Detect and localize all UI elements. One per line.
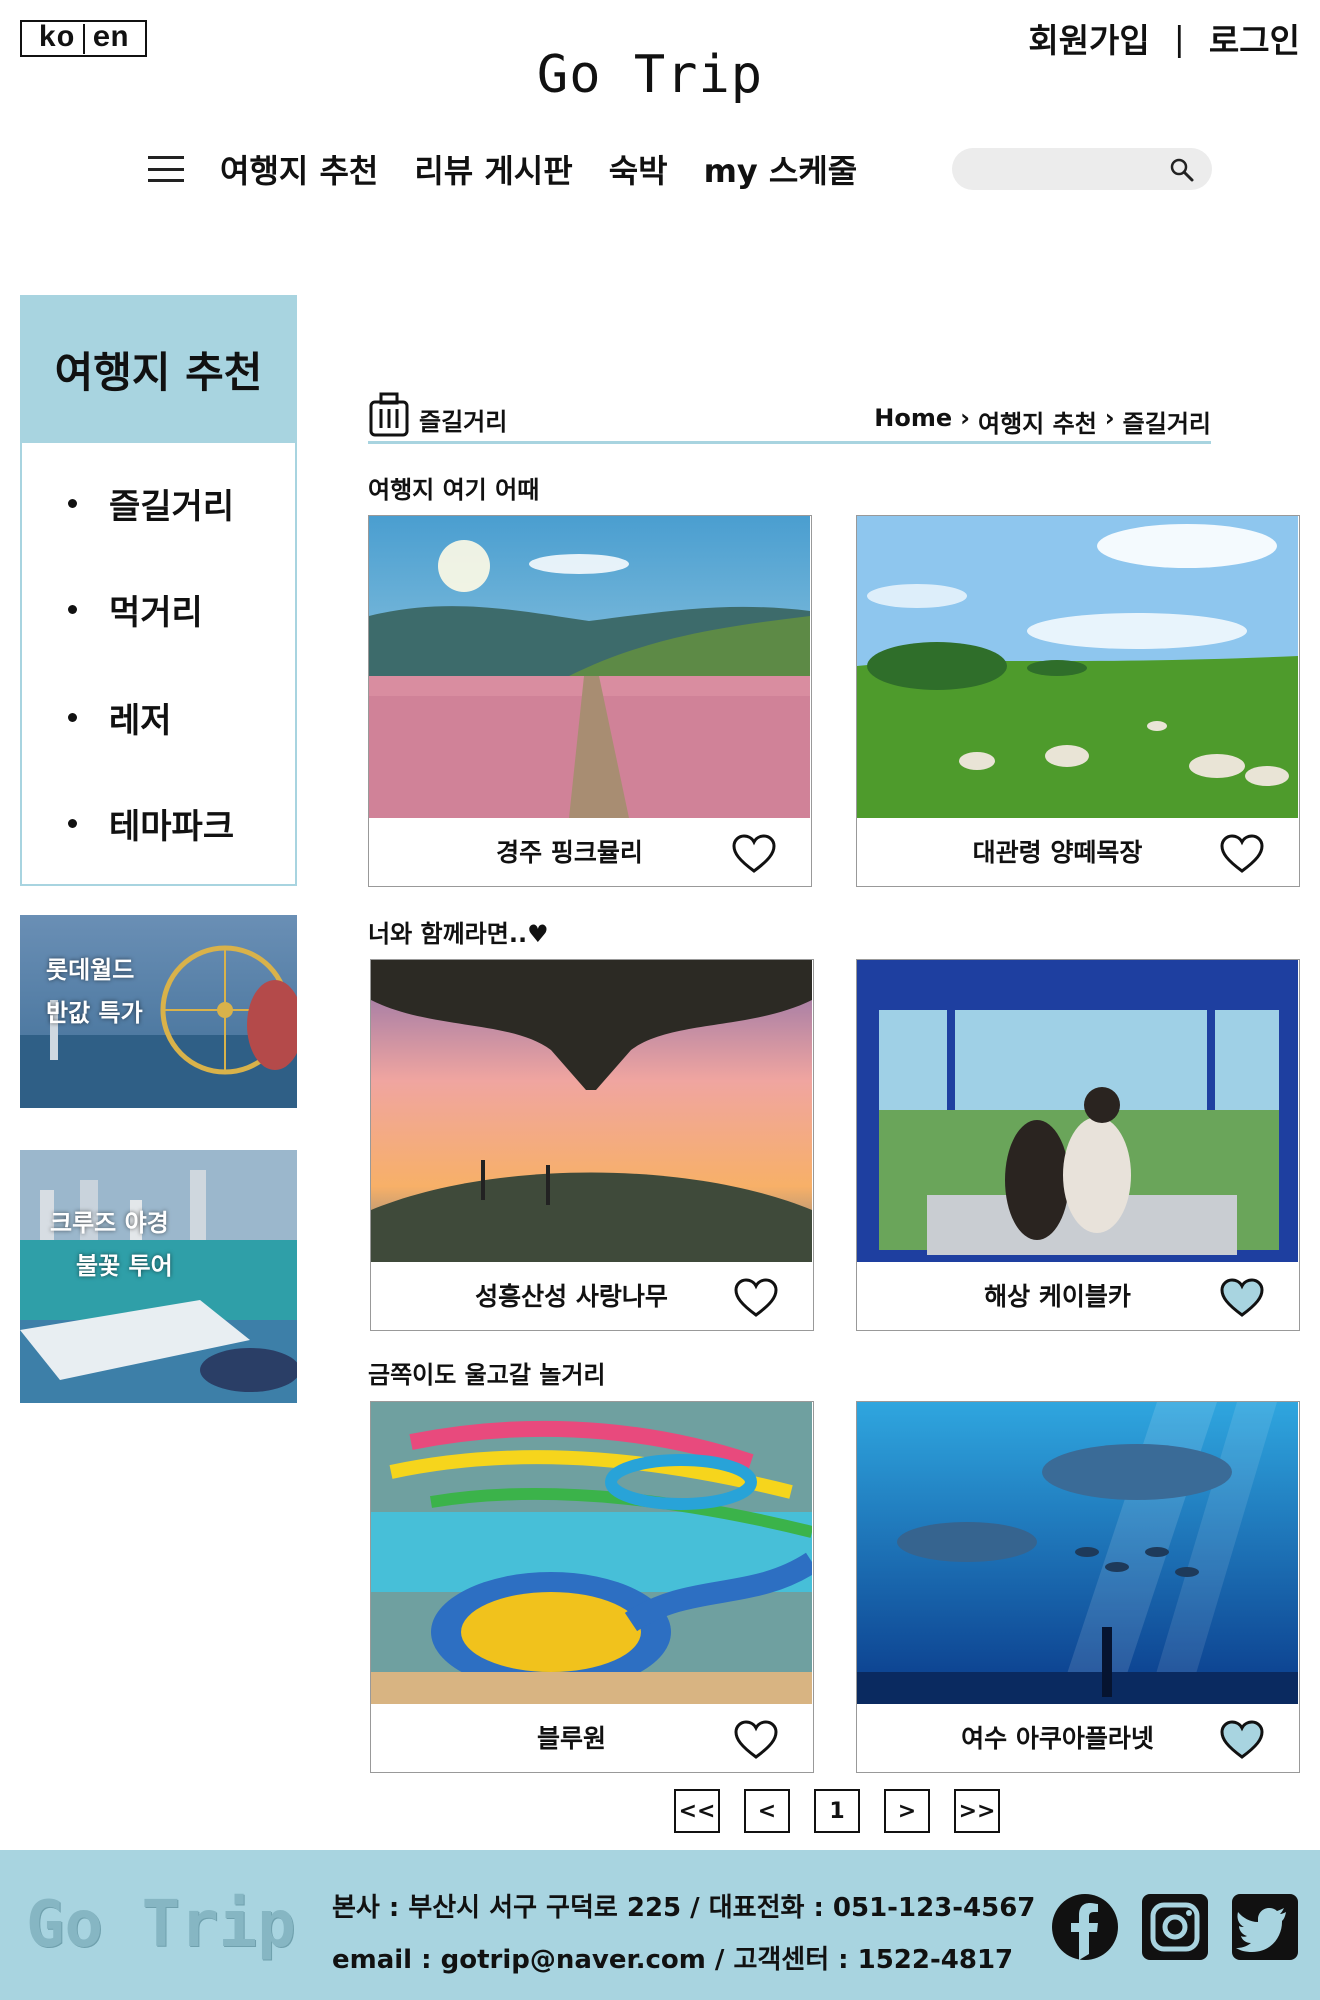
sidebar-item-fun[interactable]: 즐길거리 — [68, 479, 234, 528]
heart-icon[interactable] — [1219, 1278, 1265, 1318]
sidebar-item-label: 먹거리 — [109, 593, 203, 633]
nav-item-schedule[interactable]: my 스케줄 — [704, 146, 858, 192]
search-bar[interactable] — [952, 148, 1212, 190]
footer-logo[interactable]: Go Trip — [26, 1888, 296, 1962]
sidebar-item-food[interactable]: 먹거리 — [68, 585, 203, 634]
current-page[interactable]: 1 — [814, 1789, 860, 1833]
group-title: 여행지 여기 어때 — [368, 476, 540, 504]
destination-card[interactable]: 여수 아쿠아플라넷 — [856, 1401, 1300, 1773]
card-photo — [857, 516, 1298, 818]
nav-item-reviews[interactable]: 리뷰 게시판 — [414, 146, 572, 192]
sidebar-item-themepark[interactable]: 테마파크 — [68, 799, 234, 848]
suitcase-icon — [369, 392, 409, 437]
search-icon[interactable] — [1168, 156, 1196, 184]
bullet-icon — [68, 713, 77, 722]
breadcrumb-home[interactable]: Home — [874, 404, 952, 439]
destination-card[interactable]: 경주 핑크뮬리 — [368, 515, 812, 887]
company-info: 본사 : 부산시 서구 구덕로 225 / 대표전화 : 051-123-456… — [332, 1882, 1035, 1986]
banner-line: 불꽃 투어 — [76, 1252, 173, 1280]
bullet-icon — [68, 819, 77, 828]
chevron-right-icon: › — [960, 404, 971, 432]
cruise-banner[interactable]: 크루즈 야경 불꽃 투어 — [20, 1150, 297, 1403]
menu-icon[interactable] — [148, 156, 184, 182]
next-page-button[interactable]: > — [884, 1789, 930, 1833]
banner-line: 롯데월드 — [46, 956, 135, 984]
prev-page-button[interactable]: < — [744, 1789, 790, 1833]
bullet-icon — [68, 605, 77, 614]
destination-card[interactable]: 대관령 양떼목장 — [856, 515, 1300, 887]
card-photo — [857, 1402, 1298, 1704]
destination-card[interactable]: 해상 케이블카 — [856, 959, 1300, 1331]
main-nav: 여행지 추천 리뷰 게시판 숙박 my 스케줄 — [148, 144, 857, 194]
footer: Go Trip 본사 : 부산시 서구 구덕로 225 / 대표전화 : 051… — [0, 1850, 1320, 2000]
card-photo — [369, 516, 810, 818]
lotteworld-banner[interactable]: 롯데월드 반값 특가 — [20, 915, 297, 1108]
login-link[interactable]: 로그인 — [1209, 14, 1300, 62]
heart-icon[interactable] — [733, 1278, 779, 1318]
banner-line: 반값 특가 — [46, 999, 143, 1027]
nav-item-recommend[interactable]: 여행지 추천 — [220, 146, 378, 192]
section-title: 즐길거리 — [419, 408, 508, 436]
facebook-icon[interactable] — [1050, 1892, 1120, 1962]
instagram-icon[interactable] — [1140, 1892, 1210, 1962]
last-page-button[interactable]: >> — [954, 1789, 1000, 1833]
footer-contact: email : gotrip@naver.com / 고객센터 : 1522-4… — [332, 1945, 1014, 1975]
breadcrumb-recommend[interactable]: 여행지 추천 — [978, 404, 1097, 439]
heart-icon[interactable] — [733, 1720, 779, 1760]
first-page-button[interactable]: << — [674, 1789, 720, 1833]
heart-icon[interactable] — [1219, 1720, 1265, 1760]
group-title: 금쪽이도 울고갈 놀거리 — [368, 1361, 606, 1389]
pagination: << < 1 > >> — [674, 1789, 1000, 1833]
sidebar-item-leisure[interactable]: 레저 — [68, 693, 172, 742]
card-photo — [857, 960, 1298, 1262]
sidebar-title: 여행지 추천 — [20, 295, 297, 443]
auth-divider: | — [1173, 18, 1185, 58]
twitter-icon[interactable] — [1230, 1892, 1300, 1962]
section-header: 즐길거리 Home › 여행지 추천 › 즐길거리 — [368, 392, 1211, 444]
chevron-right-icon: › — [1104, 404, 1115, 432]
card-photo — [371, 960, 812, 1262]
sidebar-item-label: 테마파크 — [109, 807, 235, 847]
card-photo — [371, 1402, 812, 1704]
sidebar-item-label: 즐길거리 — [109, 487, 235, 527]
auth-links: 회원가입 | 로그인 — [1028, 14, 1300, 62]
destination-card[interactable]: 성흥산성 사랑나무 — [370, 959, 814, 1331]
breadcrumb-current: 즐길거리 — [1122, 410, 1211, 438]
sidebar-item-label: 레저 — [109, 701, 172, 741]
group-title: 너와 함께라면..♥ — [368, 920, 549, 948]
search-input[interactable] — [970, 153, 1160, 185]
footer-address: 본사 : 부산시 서구 구덕로 225 / 대표전화 : 051-123-456… — [332, 1893, 1036, 1923]
heart-icon[interactable] — [1219, 834, 1265, 874]
signup-link[interactable]: 회원가입 — [1028, 14, 1149, 62]
breadcrumb: Home › 여행지 추천 › 즐길거리 — [874, 404, 1211, 439]
sidebar-menu: 즐길거리 먹거리 레저 테마파크 — [20, 443, 297, 886]
banner-line: 크루즈 야경 — [50, 1209, 169, 1237]
destination-card[interactable]: 블루원 — [370, 1401, 814, 1773]
heart-icon[interactable] — [731, 834, 777, 874]
nav-item-lodging[interactable]: 숙박 — [609, 146, 668, 192]
bullet-icon — [68, 499, 77, 508]
